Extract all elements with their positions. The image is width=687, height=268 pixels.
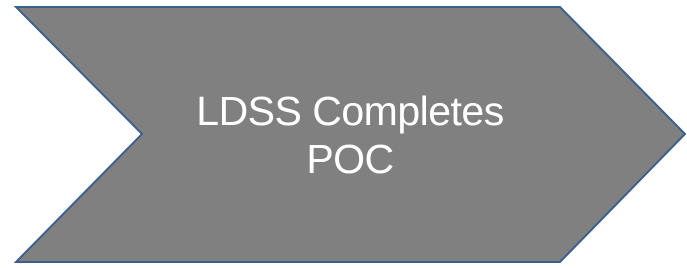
chevron-label-line-1: LDSS Completes xyxy=(196,88,504,134)
chevron-label: LDSS Completes POC xyxy=(120,80,580,190)
chevron-label-line-2: POC xyxy=(306,136,394,182)
diagram-canvas: LDSS Completes POC xyxy=(0,0,687,268)
